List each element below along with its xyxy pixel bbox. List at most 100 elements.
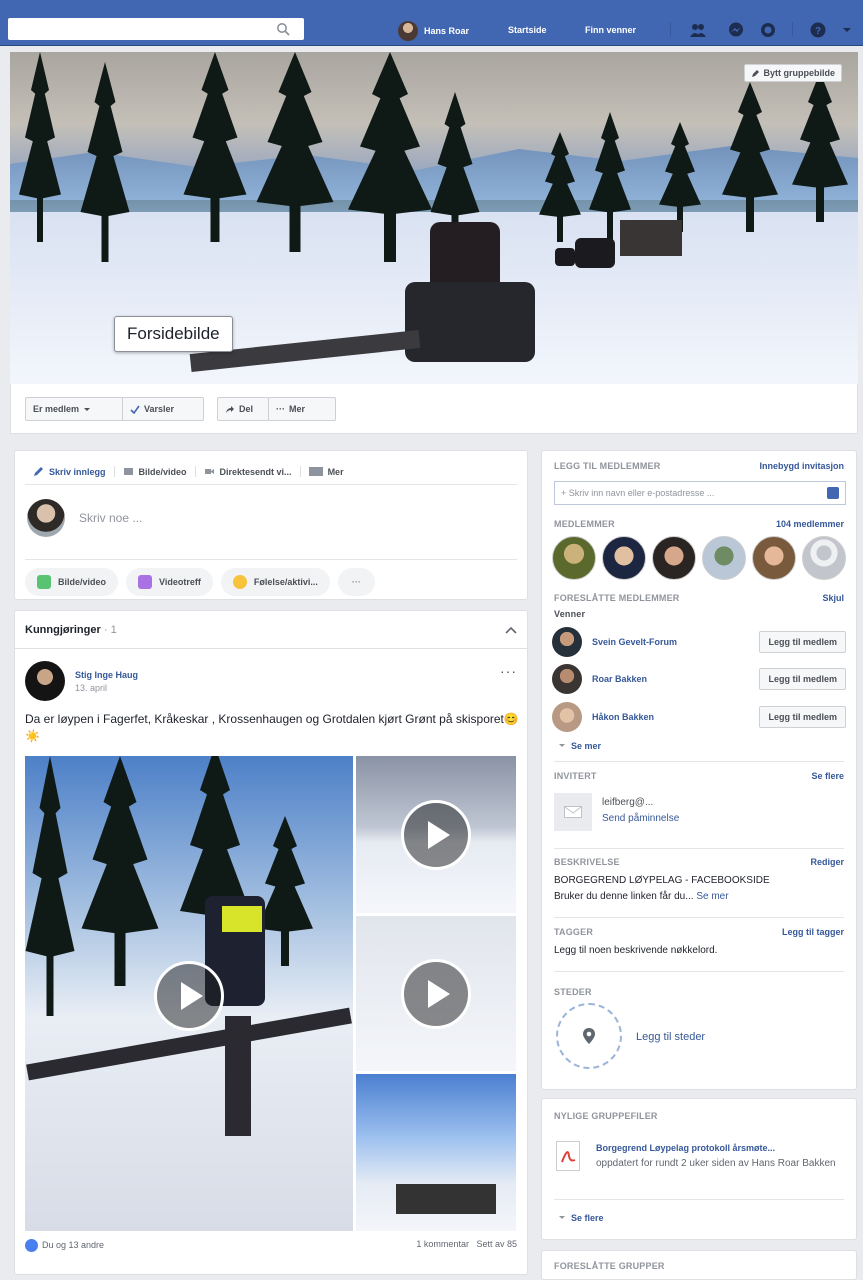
chevron-up-icon[interactable]: [505, 626, 517, 634]
watch-party-pill[interactable]: Videotreff: [126, 568, 213, 596]
change-cover-button[interactable]: Bytt gruppebilde: [743, 64, 842, 82]
share-icon: [226, 405, 234, 413]
tab-photo-video[interactable]: Bilde/video: [115, 466, 196, 477]
add-member-button[interactable]: Legg til medlem: [759, 706, 846, 728]
find-friends-link[interactable]: Finn venner: [585, 25, 636, 35]
suggested-member-name[interactable]: Håkon Bakken: [592, 712, 749, 722]
search-icon[interactable]: [276, 22, 290, 36]
see-more-description[interactable]: Se mer: [696, 891, 728, 902]
post-date[interactable]: 13. april: [75, 683, 138, 693]
tab-more[interactable]: Mer: [301, 466, 352, 477]
composer-input[interactable]: Skriv noe ...: [27, 499, 142, 537]
description-text: Bruker du denne linken får du...: [554, 891, 694, 902]
home-link[interactable]: Startside: [508, 25, 547, 35]
reactions-summary[interactable]: Du og 13 andre: [25, 1239, 104, 1252]
suggested-members-title: FORESLÅTTE MEDLEMMER: [554, 593, 680, 603]
feeling-activity-pill[interactable]: Følelse/aktivi...: [220, 568, 330, 596]
more-button[interactable]: ··· Mer: [268, 397, 336, 421]
member-avatar[interactable]: [602, 536, 646, 580]
share-button[interactable]: Del: [217, 397, 269, 421]
divider: [554, 761, 844, 762]
snowmobile: [555, 248, 575, 266]
notifications-globe-icon[interactable]: [760, 22, 776, 38]
play-icon[interactable]: [401, 800, 471, 870]
edit-description-link[interactable]: Rediger: [810, 857, 844, 867]
cover-photo[interactable]: Bytt gruppebilde Forsidebilde: [10, 52, 858, 384]
photo-icon: [37, 575, 51, 589]
see-more-suggested[interactable]: Se mer: [558, 741, 601, 751]
avatar[interactable]: [552, 664, 582, 694]
membership-button[interactable]: Er medlem: [25, 397, 123, 421]
tab-write-post[interactable]: Skriv innlegg: [25, 466, 115, 477]
hide-suggested-link[interactable]: Skjul: [822, 593, 844, 603]
pencil-icon: [751, 69, 759, 77]
see-more-files[interactable]: Se flere: [558, 1213, 604, 1223]
member-avatar[interactable]: [752, 536, 796, 580]
avatar[interactable]: [552, 627, 582, 657]
post-composer: Skriv innlegg Bilde/video Direktesendt v…: [14, 450, 528, 600]
suggested-member: Roar Bakken Legg til medlem: [552, 664, 846, 694]
member-avatar[interactable]: [802, 536, 846, 580]
notifications-button[interactable]: Varsler: [122, 397, 204, 421]
member-avatar[interactable]: [652, 536, 696, 580]
post-video-thumb[interactable]: [356, 756, 516, 913]
members-count-link[interactable]: 104 medlemmer: [776, 519, 844, 529]
friend-requests-icon[interactable]: [690, 22, 706, 38]
composer-tabs: Skriv innlegg Bilde/video Direktesendt v…: [25, 459, 517, 485]
add-places-circle[interactable]: [556, 1003, 622, 1069]
suggested-member-name[interactable]: Svein Gevelt-Forum: [592, 637, 749, 647]
embedded-invite-link[interactable]: Innebygd invitasjon: [759, 461, 844, 471]
see-more-invited[interactable]: Se flere: [811, 771, 844, 781]
post-photo-thumb[interactable]: [356, 1074, 516, 1231]
post-video-main[interactable]: [25, 756, 353, 1231]
search-input[interactable]: [8, 18, 304, 40]
photo-video-pill[interactable]: Bilde/video: [25, 568, 119, 596]
suggested-member-name[interactable]: Roar Bakken: [592, 674, 749, 684]
play-icon[interactable]: [401, 959, 471, 1029]
safety-vest: [222, 906, 262, 932]
send-reminder-link[interactable]: Send påminnelse: [602, 813, 679, 824]
add-member-button[interactable]: Legg til medlem: [759, 668, 846, 690]
envelope-icon: [554, 793, 592, 831]
share-label: Del: [239, 404, 254, 414]
add-tags-link[interactable]: Legg til tagger: [782, 927, 844, 937]
author-name[interactable]: Stig Inge Haug: [75, 670, 138, 680]
suggested-subtitle: Venner: [554, 609, 586, 619]
add-places-link[interactable]: Legg til steder: [636, 1031, 705, 1043]
members-title: MEDLEMMER: [554, 519, 615, 529]
member-avatar[interactable]: [702, 536, 746, 580]
add-member-button[interactable]: Legg til medlem: [759, 631, 846, 653]
notifications-label: Varsler: [144, 404, 175, 414]
add-member-input[interactable]: + Skriv inn navn eller e-postadresse ...: [554, 481, 846, 505]
file-name-link[interactable]: Borgegrend Løypelag protokoll årsmøte...: [596, 1143, 775, 1153]
chevron-down-icon: [559, 744, 565, 747]
more-grid-icon: [308, 467, 323, 476]
avatar[interactable]: [552, 702, 582, 732]
announcements-count: · 1: [103, 623, 117, 636]
chevron-down-icon[interactable]: [842, 22, 852, 38]
divider: [554, 1199, 844, 1200]
divider: [554, 848, 844, 849]
seen-count[interactable]: Sett av 85: [476, 1239, 517, 1249]
divider: [554, 917, 844, 918]
post-video-thumb[interactable]: [356, 916, 516, 1071]
tags-text: Legg til noen beskrivende nøkkelord.: [554, 945, 718, 956]
author-avatar[interactable]: [25, 661, 65, 701]
description-title: BESKRIVELSE: [554, 857, 620, 867]
help-icon[interactable]: ?: [810, 22, 826, 38]
member-avatar[interactable]: [552, 536, 596, 580]
ellipsis-icon: ···: [276, 404, 285, 414]
post-options-icon[interactable]: ···: [500, 663, 517, 679]
composer-pills: Bilde/video Videotreff Følelse/aktivi...…: [25, 559, 517, 596]
messenger-icon[interactable]: [728, 22, 744, 38]
play-icon[interactable]: [154, 961, 224, 1031]
post-footer: Du og 13 andre 1 kommentar Sett av 85: [25, 1239, 517, 1252]
profile-link[interactable]: Hans Roar: [398, 20, 469, 42]
cabin: [620, 220, 682, 256]
more-options-pill[interactable]: ···: [337, 568, 375, 596]
contact-book-icon[interactable]: [827, 487, 839, 499]
tab-live-video[interactable]: Direktesendt vi...: [196, 466, 301, 477]
description-line2: Bruker du denne linken får du... Se mer: [554, 891, 729, 902]
suggested-groups-card: FORESLÅTTE GRUPPER: [541, 1250, 857, 1280]
comments-count[interactable]: 1 kommentar: [416, 1239, 469, 1249]
